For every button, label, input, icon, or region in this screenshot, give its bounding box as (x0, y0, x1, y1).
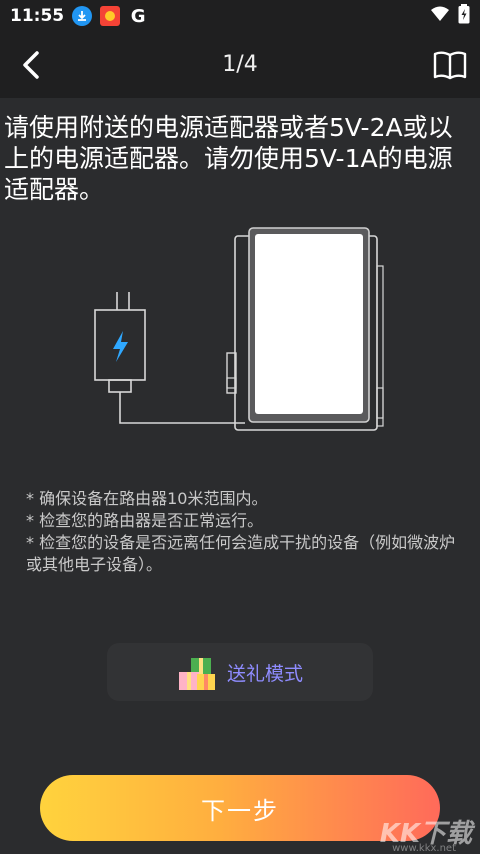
tip-item: * 检查您的设备是否远离任何会造成干扰的设备（例如微波炉或其他电子设备）。 (26, 533, 456, 574)
google-icon: G (130, 5, 146, 27)
battery-charging-icon (458, 4, 470, 28)
page-indicator: 1/4 (222, 52, 258, 77)
book-icon (433, 51, 467, 80)
gift-icon (178, 658, 215, 690)
app-notification-icon (100, 6, 121, 26)
manual-button[interactable] (432, 48, 468, 82)
power-adapter-icon (94, 292, 146, 393)
wifi-icon (430, 6, 450, 26)
gift-mode-label: 送礼模式 (226, 662, 303, 685)
nav-bar: 1/4 (0, 32, 480, 98)
tip-item: * 检查您的路由器是否正常运行。 (26, 511, 264, 530)
download-icon (72, 6, 93, 26)
instruction-text: 请使用附送的电源适配器或者5V-2A或以上的电源适配器。请勿使用5V-1A的电源… (4, 113, 453, 204)
gift-mode-button[interactable]: 送礼模式 (107, 643, 373, 701)
device-icon (226, 227, 384, 431)
tips-list: * 确保设备在路由器10米范围内。 * 检查您的路由器是否正常运行。 * 检查您… (26, 488, 466, 576)
power-adapter-illustration (94, 227, 384, 431)
status-time: 11:55 (10, 6, 65, 26)
tip-item: * 确保设备在路由器10米范围内。 (26, 489, 268, 508)
lightning-bolt-icon (113, 331, 128, 362)
status-bar: 11:55 G (0, 0, 480, 32)
watermark-url: www.kkx.net (392, 843, 456, 854)
next-step-label: 下一步 (201, 796, 279, 825)
